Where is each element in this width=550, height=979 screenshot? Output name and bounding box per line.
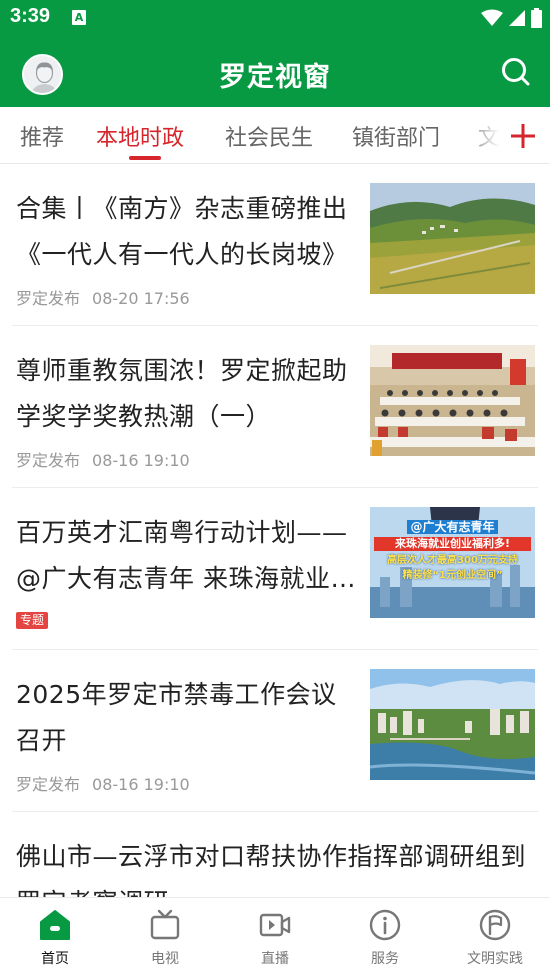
bottom-nav: 首页 电视 直播 服务 文明实践: [0, 897, 550, 979]
article-thumbnail: [370, 345, 535, 456]
article-title: 百万英才汇南粤行动计划——@广大有志青年 来珠海就业创业福利多！: [16, 518, 356, 593]
article-item[interactable]: 2025年罗定市禁毒工作会议召开 罗定发布 08-16 19:10: [0, 650, 550, 812]
nav-home-label: 首页: [41, 951, 69, 967]
poster-line-3: 高层次人才最高300万元支持: [387, 555, 518, 566]
article-title: 2025年罗定市禁毒工作会议召开: [16, 680, 337, 755]
nav-civilization-practice[interactable]: 文明实践: [440, 908, 550, 968]
add-channel-button[interactable]: [508, 121, 538, 151]
nav-live-label: 直播: [261, 951, 289, 967]
nav-home[interactable]: 首页: [0, 908, 110, 968]
nav-tv-label: 电视: [151, 951, 179, 967]
article-meta: 罗定发布 08-16 19:10: [16, 447, 190, 471]
battery-icon: [531, 8, 542, 28]
live-video-icon: [259, 913, 291, 937]
meeting-hall-image: [370, 345, 535, 456]
news-feed: 合集丨《南方》杂志重磅推出《一代人有一代人的长岗坡》 罗定发布 08-20 17:…: [0, 164, 550, 897]
city-river-image: [370, 669, 535, 780]
status-icons: [481, 6, 542, 30]
article-meta: 罗定发布 08-16 19:10: [16, 771, 190, 795]
info-icon: [369, 909, 401, 941]
article-time: 08-16 19:10: [92, 775, 190, 794]
tv-icon: [150, 909, 180, 940]
home-icon: [40, 910, 70, 940]
article-thumbnail: [370, 183, 535, 294]
wifi-icon: [481, 9, 503, 26]
notification-a-icon: A: [72, 10, 86, 25]
article-title: 尊师重教氛围浓！罗定掀起助学奖学奖教热潮（一）: [16, 356, 348, 431]
article-item[interactable]: 百万英才汇南粤行动计划——@广大有志青年 来珠海就业创业福利多！ 专题 @广大有…: [0, 488, 550, 650]
article-source: 罗定发布: [16, 775, 81, 794]
active-tab-indicator: [129, 156, 161, 160]
search-icon[interactable]: [500, 56, 532, 88]
tab-recommend[interactable]: 推荐: [20, 120, 64, 152]
tab-town-departments[interactable]: 镇街部门: [352, 120, 440, 152]
article-meta: 专题: [16, 609, 49, 629]
topic-badge: 专题: [16, 612, 49, 629]
tab-social-livelihood[interactable]: 社会民生: [225, 120, 313, 152]
channel-tabs: 推荐 本地时政 社会民生 镇街部门 文体: [0, 107, 550, 164]
article-time: 08-20 17:56: [92, 289, 190, 308]
article-title: 佛山市—云浮市对口帮扶协作指挥部调研组到罗定考察调研: [16, 842, 527, 897]
signal-icon: [509, 10, 525, 26]
tab-fade: [462, 107, 512, 163]
article-item[interactable]: 合集丨《南方》杂志重磅推出《一代人有一代人的长岗坡》 罗定发布 08-20 17:…: [0, 164, 550, 326]
poster-text: @广大有志青年 来珠海就业创业福利多! 高层次人才最高300万元支持 精装修“1…: [370, 519, 535, 583]
poster-line-2: 来珠海就业创业福利多!: [374, 537, 531, 551]
article-title: 合集丨《南方》杂志重磅推出《一代人有一代人的长岗坡》: [16, 194, 348, 269]
poster-line-4: 精装修“1元创业空间”: [402, 570, 503, 581]
article-thumbnail: [370, 669, 535, 780]
nav-service[interactable]: 服务: [330, 908, 440, 968]
status-time: 3:39: [10, 5, 51, 27]
article-item[interactable]: 尊师重教氛围浓！罗定掀起助学奖学奖教热潮（一） 罗定发布 08-16 19:10: [0, 326, 550, 488]
app-header: 罗定视窗: [0, 36, 550, 107]
poster-line-1: @广大有志青年: [407, 520, 498, 534]
nav-service-label: 服务: [371, 951, 399, 967]
tab-local-politics[interactable]: 本地时政: [96, 120, 184, 152]
flag-circle-icon: [479, 909, 511, 941]
plus-icon: [511, 124, 535, 148]
article-item[interactable]: 佛山市—云浮市对口帮扶协作指挥部调研组到罗定考察调研: [0, 812, 550, 897]
article-meta: 罗定发布 08-20 17:56: [16, 285, 190, 309]
article-source: 罗定发布: [16, 451, 81, 470]
article-source: 罗定发布: [16, 289, 81, 308]
nav-tv[interactable]: 电视: [110, 908, 220, 968]
article-time: 08-16 19:10: [92, 451, 190, 470]
app-title: 罗定视窗: [219, 62, 331, 93]
nav-live[interactable]: 直播: [220, 908, 330, 968]
status-bar: 3:39 A: [0, 0, 550, 36]
article-thumbnail: @广大有志青年 来珠海就业创业福利多! 高层次人才最高300万元支持 精装修“1…: [370, 507, 535, 618]
landscape-fields-image: [370, 183, 535, 294]
nav-civilization-practice-label: 文明实践: [467, 951, 523, 967]
